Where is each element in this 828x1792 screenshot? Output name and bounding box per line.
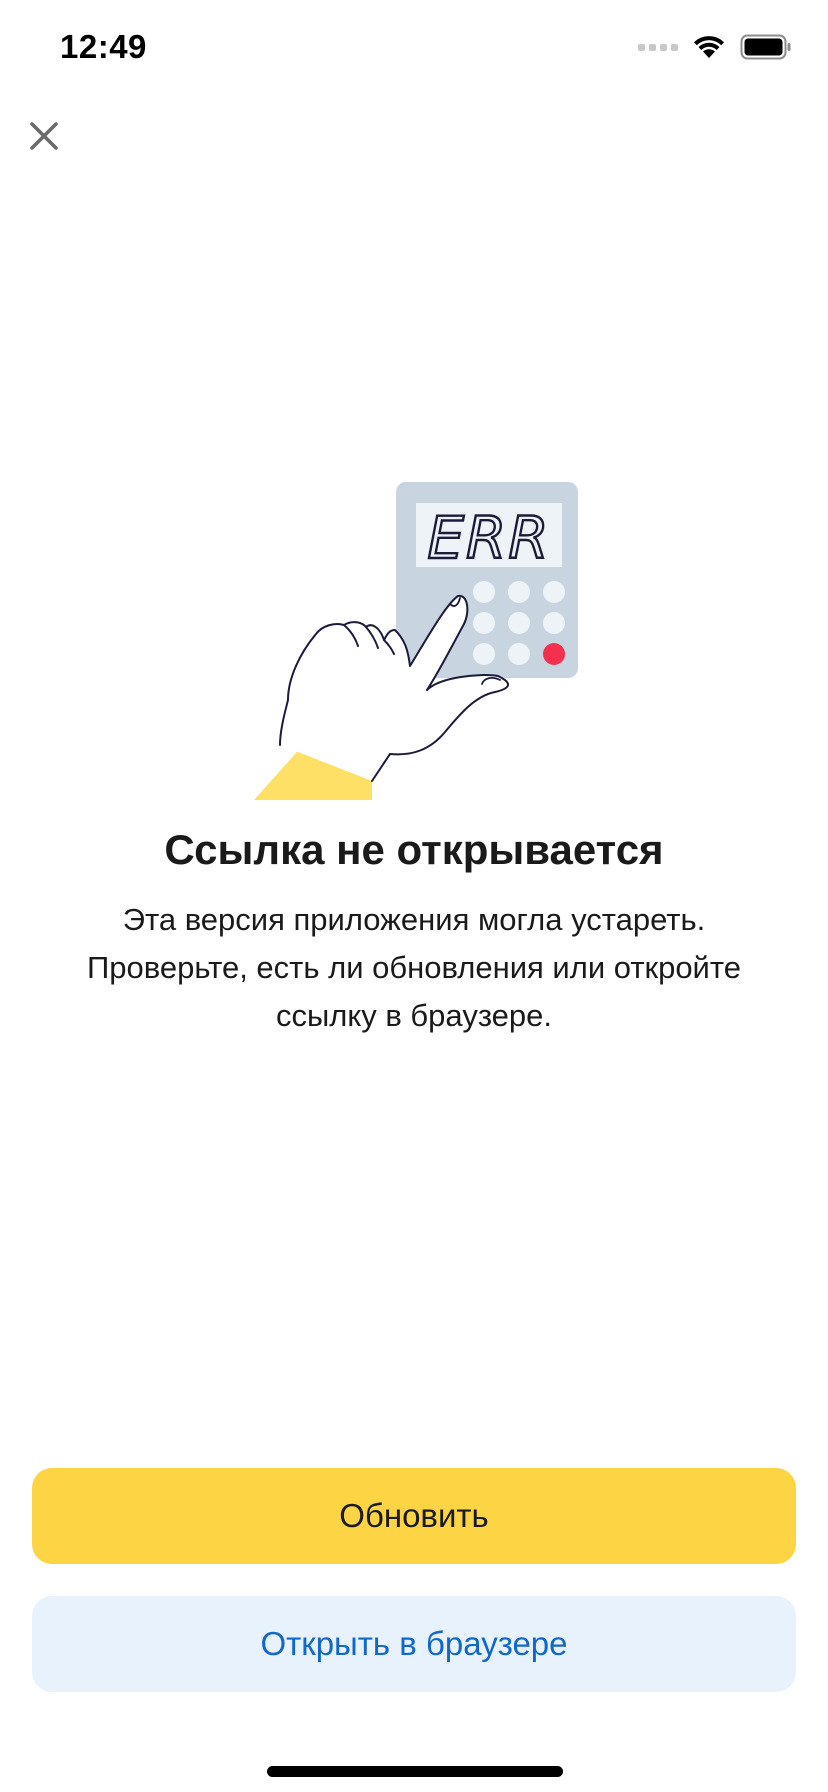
- update-button[interactable]: Обновить: [32, 1468, 796, 1564]
- error-title: Ссылка не открывается: [164, 826, 664, 873]
- close-icon: [30, 122, 58, 150]
- calculator-display-text: ERR: [427, 504, 550, 572]
- message-line: Проверьте, есть ли обновления или открой…: [87, 950, 741, 985]
- battery-icon: [740, 34, 791, 60]
- home-indicator[interactable]: [267, 1766, 563, 1777]
- status-icons: [638, 34, 792, 60]
- calculator-keypad: [473, 581, 565, 665]
- wifi-icon: [694, 36, 724, 58]
- error-key: [543, 643, 565, 665]
- message-line: ссылку в браузере.: [275, 998, 553, 1033]
- status-time: 12:49: [60, 28, 147, 65]
- close-button[interactable]: [24, 116, 64, 156]
- open-in-browser-button[interactable]: Открыть в браузере: [32, 1596, 796, 1692]
- calculator-error-illustration: ERR: [254, 482, 578, 800]
- status-bar: 12:49: [0, 0, 828, 100]
- message-line: Эта версия приложения могла устареть.: [122, 902, 706, 937]
- error-message: Эта версия приложения могла устареть. Пр…: [40, 896, 788, 1040]
- cellular-signal-icon: [638, 43, 678, 51]
